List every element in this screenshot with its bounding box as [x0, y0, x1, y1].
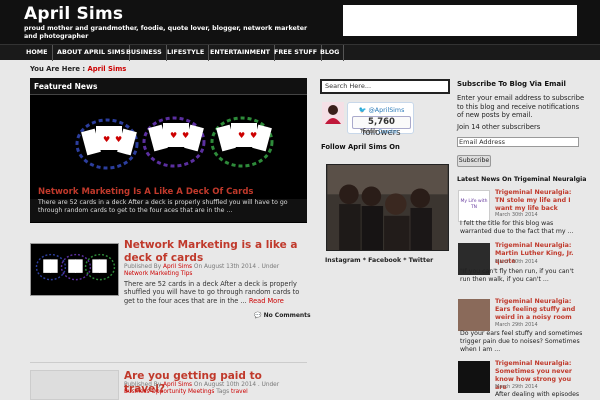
- post-thumbnail[interactable]: [30, 370, 119, 400]
- tags-label: Tags: [216, 389, 230, 395]
- comments-count: No Comments: [263, 312, 311, 319]
- meta-prefix: Published By: [124, 382, 162, 388]
- comment-icon: 💬: [254, 312, 262, 319]
- featured-news: Featured News ♥ ♥ ♥ ♥ ♥ ♥ Network Market…: [30, 78, 307, 223]
- news-date: March 29th 2014: [495, 384, 538, 390]
- news-date: March 30th 2014: [495, 259, 538, 265]
- post-meta: Published By April Sims On August 13th 2…: [124, 264, 304, 278]
- follow-heading: Follow April Sims On: [321, 143, 400, 151]
- subscribe-button[interactable]: Subscribe: [457, 155, 491, 167]
- header-banner: [343, 5, 577, 36]
- news-date: March 30th 2014: [495, 212, 538, 218]
- post-category[interactable]: Business Opportunity Meetings: [124, 389, 214, 395]
- post-tag[interactable]: travel: [231, 389, 248, 395]
- email-field[interactable]: Email Address: [457, 137, 579, 147]
- breadcrumb-current[interactable]: April Sims: [87, 65, 126, 73]
- post-author[interactable]: April Sims: [163, 264, 192, 270]
- site-title[interactable]: April Sims: [24, 4, 123, 24]
- breadcrumb-label: You Are Here :: [30, 65, 86, 73]
- post-date: On August 10th 2014 . Under: [193, 382, 280, 388]
- post-thumbnail[interactable]: [30, 243, 119, 296]
- counter-suffix: Counter: [378, 129, 399, 135]
- breadcrumb: You Are Here : April Sims: [30, 65, 126, 73]
- svg-text:♥: ♥: [238, 131, 245, 140]
- svg-text:♥: ♥: [103, 135, 110, 144]
- svg-text:♥: ♥: [250, 131, 257, 140]
- news-title[interactable]: Trigeminal Neuralgia: TN stole my life a…: [495, 189, 580, 213]
- nav-item-home[interactable]: HOME: [22, 45, 53, 61]
- comments-link[interactable]: 💬 No Comments: [254, 312, 311, 319]
- twitter-counter-credit[interactable]: Twitter Counter: [360, 129, 398, 135]
- news-excerpt: After dealing with episodes: [495, 391, 580, 398]
- news-date: March 29th 2014: [495, 322, 538, 328]
- nav-item-lifestyle[interactable]: LIFESTYLE: [163, 45, 210, 61]
- news-thumbnail[interactable]: [458, 361, 490, 393]
- news-excerpt: Do your ears feel stuffy and sometimes t…: [460, 330, 583, 353]
- counter-prefix: Twitter: [360, 129, 377, 135]
- post-divider: [30, 362, 307, 363]
- featured-heading: Featured News: [30, 78, 307, 95]
- site-tagline: proud mother and grandmother, foodie, qu…: [24, 25, 308, 40]
- post-meta: Published By April Sims On August 10th 2…: [124, 382, 304, 396]
- news-heading: Latest News On Trigeminal Neuralgia: [457, 176, 587, 183]
- svg-text:♥: ♥: [182, 131, 189, 140]
- avatar[interactable]: [322, 102, 344, 124]
- post-date: On August 13th 2014 . Under: [193, 264, 280, 270]
- main-nav: HOME ABOUT APRIL SIMS BUSINESS LIFESTYLE…: [0, 44, 600, 61]
- featured-excerpt: There are 52 cards in a deck After a dec…: [30, 199, 307, 222]
- news-thumbnail[interactable]: [458, 299, 490, 331]
- svg-text:♥: ♥: [115, 135, 122, 144]
- search-input[interactable]: Search Here...: [320, 79, 450, 94]
- nav-item-business[interactable]: BUSINESS: [122, 45, 167, 61]
- featured-image[interactable]: ♥ ♥ ♥ ♥ ♥ ♥: [32, 96, 305, 200]
- meta-prefix: Published By: [124, 264, 162, 270]
- followers-counter: 5,760 followers: [352, 116, 411, 138]
- subscriber-count: Join 14 other subscribers: [457, 123, 541, 131]
- subscribe-heading: Subscribe To Blog Via Email: [457, 80, 566, 88]
- news-thumbnail[interactable]: My Life with TN: [458, 190, 490, 222]
- news-excerpt: I felt the title for this blog was warra…: [460, 220, 574, 235]
- featured-title[interactable]: Network Marketing Is A Like A Deck Of Ca…: [38, 187, 253, 197]
- nav-item-free-stuff[interactable]: FREE STUFF: [270, 45, 323, 61]
- subscribe-text: Enter your email address to subscribe to…: [457, 94, 585, 119]
- site-header: April Sims proud mother and grandmother,…: [0, 0, 600, 44]
- post-excerpt: There are 52 cards in a deck After a dec…: [124, 280, 304, 305]
- social-links[interactable]: Instagram * Facebook * Twitter: [325, 257, 433, 264]
- nav-item-entertainment[interactable]: ENTERTAINMENT: [206, 45, 276, 61]
- twitter-handle[interactable]: 🐦 @AprilSims: [348, 106, 415, 114]
- post-category[interactable]: Network Marketing Tips: [124, 271, 192, 277]
- twitter-bird-icon: 🐦: [358, 107, 367, 114]
- read-more-link[interactable]: Read More: [249, 297, 284, 305]
- news-title[interactable]: Trigeminal Neuralgia: Ears feeling stuff…: [495, 298, 580, 322]
- nav-item-blog[interactable]: BLOG: [316, 45, 345, 61]
- svg-text:♥: ♥: [170, 131, 177, 140]
- follow-photo[interactable]: [326, 164, 449, 251]
- news-excerpt: "If you can't fly then run, if you can't…: [460, 268, 574, 283]
- post-author[interactable]: April Sims: [163, 382, 192, 388]
- post-title[interactable]: Network Marketing is a like a deck of ca…: [124, 239, 304, 265]
- followers-count: 5,760: [368, 117, 395, 127]
- news-thumb-text: My Life with TN: [460, 199, 488, 210]
- nav-item-about[interactable]: ABOUT APRIL SIMS: [53, 45, 131, 61]
